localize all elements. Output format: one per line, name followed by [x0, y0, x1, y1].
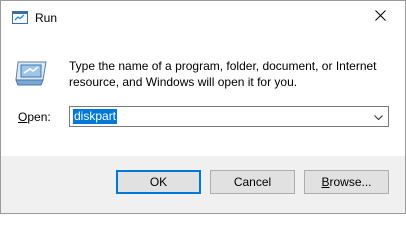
- browse-mnemonic: B: [321, 175, 330, 189]
- close-icon: [375, 9, 386, 24]
- title-bar[interactable]: Run: [1, 1, 405, 32]
- open-input-value[interactable]: diskpart: [73, 109, 118, 124]
- dropdown-button[interactable]: [369, 107, 388, 126]
- run-app-icon: [12, 11, 28, 24]
- description-text: Type the name of a program, folder, docu…: [69, 59, 377, 89]
- window-title: Run: [35, 11, 58, 25]
- ok-button[interactable]: OK: [116, 170, 201, 194]
- run-dialog: Run Type the name of a program, folder, …: [0, 0, 406, 214]
- run-dialog-icon: [15, 58, 49, 88]
- dialog-content: Type the name of a program, folder, docu…: [1, 32, 405, 156]
- close-button[interactable]: [358, 2, 403, 31]
- open-label-mnemonic: O: [18, 110, 28, 124]
- browse-button[interactable]: Browse...: [304, 170, 389, 194]
- open-combobox[interactable]: diskpart: [69, 106, 389, 127]
- open-label: Open:: [18, 110, 51, 124]
- browse-label-rest: rowse...: [329, 175, 372, 189]
- button-bar: OK Cancel Browse...: [1, 156, 405, 213]
- chevron-down-icon: [374, 110, 383, 124]
- open-label-rest: pen:: [27, 110, 51, 124]
- cancel-button[interactable]: Cancel: [210, 170, 295, 194]
